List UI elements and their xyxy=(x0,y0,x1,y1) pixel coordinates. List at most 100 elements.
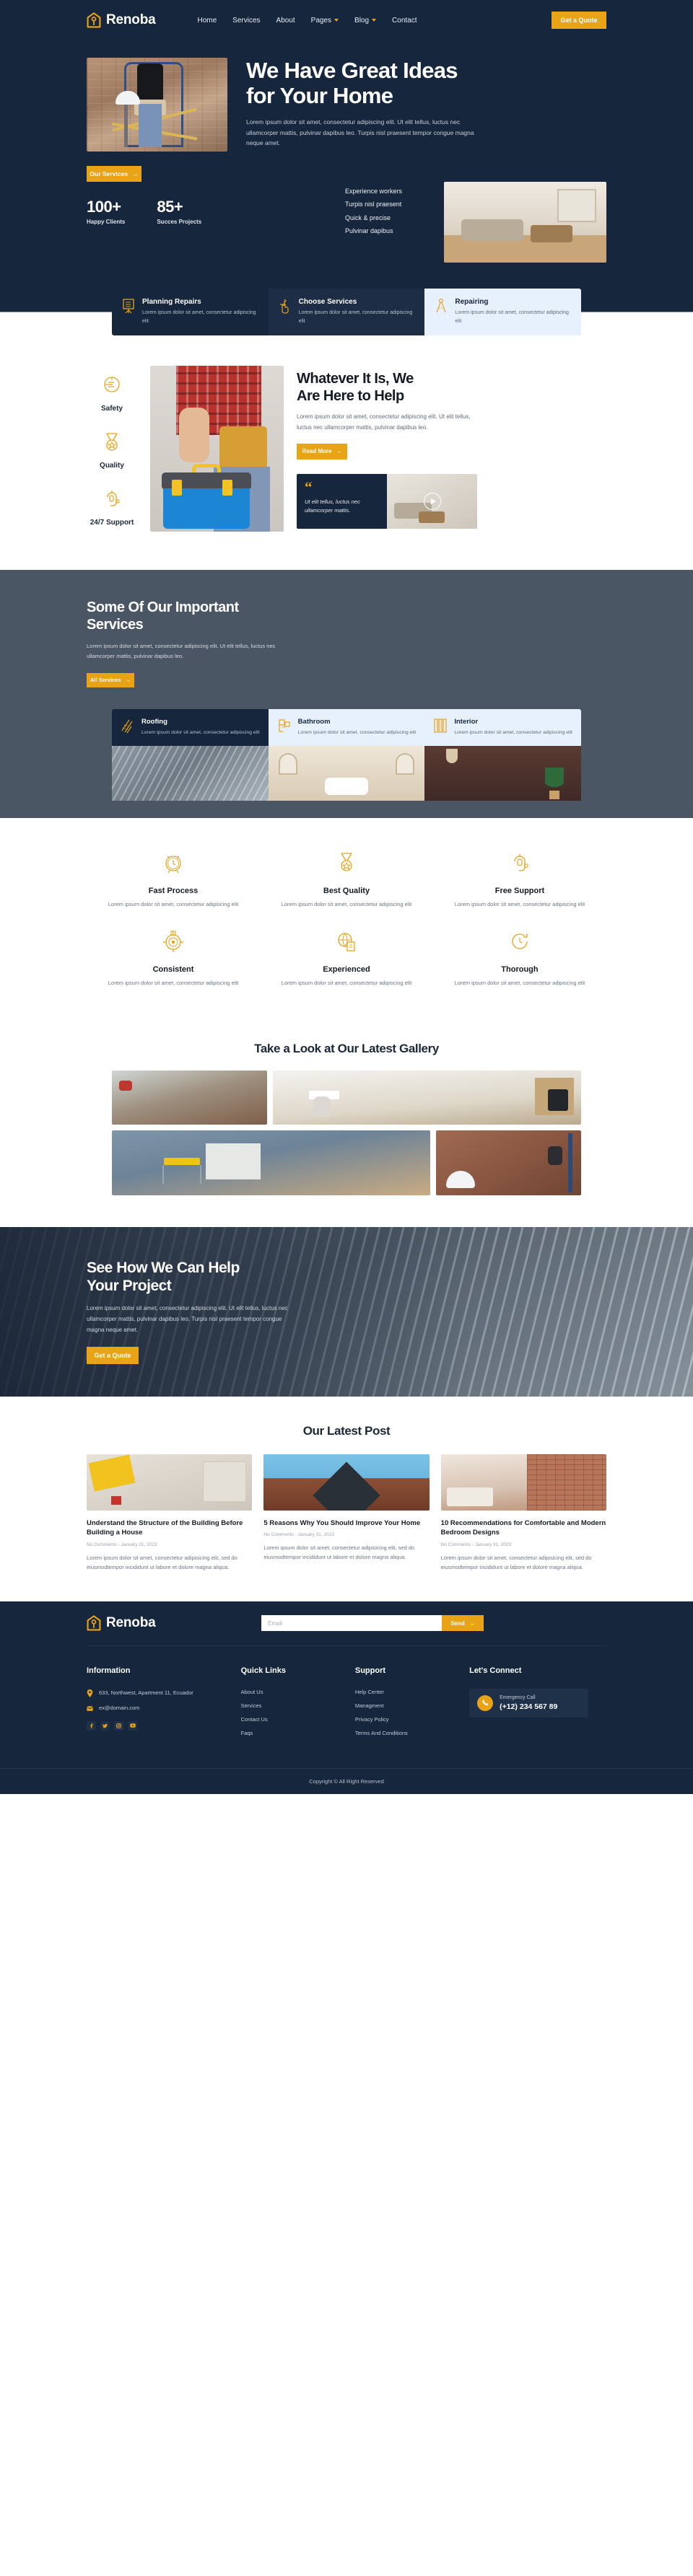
brand-name: Renoba xyxy=(106,12,156,27)
cta-title-line2: Your Project xyxy=(87,1277,172,1294)
footer-link-about-us[interactable]: About Us xyxy=(241,1689,355,1695)
feature-thorough: Thorough Lorem ipsum dolor sit amet, con… xyxy=(433,930,606,988)
nav-item-contact[interactable]: Contact xyxy=(392,17,417,25)
footer-link-managment[interactable]: Managment xyxy=(355,1702,469,1709)
footer-brand-logo[interactable]: Renoba xyxy=(87,1615,231,1631)
youtube-icon[interactable] xyxy=(128,1720,137,1731)
nav-item-pages[interactable]: Pages xyxy=(311,17,339,25)
tab-title: Roofing xyxy=(141,717,167,726)
help-title-line2: Are Here to Help xyxy=(297,388,404,405)
compass-divider-icon xyxy=(436,298,446,313)
card-desc: Lorem ipsum dolor sit amet, consectetur … xyxy=(298,310,413,324)
process-card-repairing[interactable]: Repairing Lorem ipsum dolor sit amet, co… xyxy=(424,289,581,336)
read-more-button[interactable]: Read More → xyxy=(297,443,347,460)
stat-success-projects: 85+ Succes Projects xyxy=(157,198,201,225)
social-links xyxy=(87,1720,241,1731)
footer-link-faqs[interactable]: Faqs xyxy=(241,1730,355,1736)
footer-address: 633, Northwest, Apartment 11, Ecuador xyxy=(99,1689,193,1696)
gallery-image-room-renovation[interactable] xyxy=(112,1130,430,1195)
card-title: Planning Repairs xyxy=(142,298,201,306)
main-nav: Home Services About Pages Blog Contact xyxy=(197,17,417,25)
our-services-label: Our Services xyxy=(90,170,128,177)
service-tab-interior[interactable]: Interior Lorem ipsum dolor sit amet, con… xyxy=(424,708,581,747)
feature-desc: Lorem ipsum dolor sit amet, consectetur … xyxy=(281,901,412,908)
envelope-icon xyxy=(87,1706,93,1711)
brand-logo[interactable]: Renoba xyxy=(87,12,156,28)
blog-post-card[interactable]: Understand the Structure of the Building… xyxy=(87,1454,253,1573)
cta-get-a-quote-button[interactable]: Get a Quote xyxy=(87,1347,139,1365)
blog-post-list: Understand the Structure of the Building… xyxy=(87,1454,606,1573)
tab-desc: Lorem ipsum dolor sit amet, consectetur … xyxy=(141,729,260,735)
play-icon[interactable] xyxy=(423,492,441,510)
stat-label: Succes Projects xyxy=(157,219,202,225)
our-services-button[interactable]: Our Services → xyxy=(87,166,141,182)
process-strip-section: Planning Repairs Lorem ipsum dolor sit a… xyxy=(0,289,693,336)
newsletter-form: Send→ xyxy=(261,1615,484,1632)
footer-link-terms[interactable]: Terms And Conditions xyxy=(355,1730,469,1736)
nav-item-blog[interactable]: Blog xyxy=(354,17,377,25)
nav-label: Home xyxy=(197,16,217,25)
blog-post-card[interactable]: 10 Recommendations for Comfortable and M… xyxy=(440,1454,606,1573)
nav-item-about[interactable]: About xyxy=(276,17,295,25)
footer-link-services[interactable]: Services xyxy=(241,1702,355,1709)
service-tab-bathroom[interactable]: Bathroom Lorem ipsum dolor sit amet, con… xyxy=(268,708,425,747)
footer-brand-name: Renoba xyxy=(106,1615,156,1631)
service-image-bathroom xyxy=(268,746,425,801)
site-header: Renoba Home Services About Pages Blog Co… xyxy=(87,0,606,40)
footer-link-help-center[interactable]: Help Center xyxy=(355,1689,469,1695)
nav-label: About xyxy=(276,16,295,25)
post-title[interactable]: 5 Reasons Why You Should Improve Your Ho… xyxy=(263,1518,429,1529)
process-card-choose-services[interactable]: Choose Services Lorem ipsum dolor sit am… xyxy=(268,289,425,336)
services-tabs: Roofing Lorem ipsum dolor sit amet, cons… xyxy=(112,708,581,747)
feature-title: Best Quality xyxy=(323,887,370,896)
blog-post-card[interactable]: 5 Reasons Why You Should Improve Your Ho… xyxy=(263,1454,430,1573)
rail-label: 24/7 Support xyxy=(90,519,134,527)
newsletter-bar: Renoba Send→ xyxy=(87,1601,606,1646)
get-a-quote-button[interactable]: Get a Quote xyxy=(552,12,606,29)
feature-experienced: Experienced Lorem ipsum dolor sit amet, … xyxy=(260,930,433,988)
footer-column-support: Support Help Center Managment Privacy Po… xyxy=(355,1666,469,1744)
process-card-planning-repairs[interactable]: Planning Repairs Lorem ipsum dolor sit a… xyxy=(112,289,269,336)
post-title[interactable]: Understand the Structure of the Building… xyxy=(87,1518,252,1539)
feature-title: Experienced xyxy=(323,964,370,974)
footer-link-privacy-policy[interactable]: Privacy Policy xyxy=(355,1716,469,1723)
newsletter-send-button[interactable]: Send → xyxy=(442,1615,484,1632)
nav-item-services[interactable]: Services xyxy=(232,17,260,25)
newsletter-email-input[interactable] xyxy=(261,1615,442,1632)
feature-fast-process: Fast Process Lorem ipsum dolor sit amet,… xyxy=(87,851,260,910)
twitter-icon[interactable] xyxy=(100,1720,110,1731)
service-tab-roofing[interactable]: Roofing Lorem ipsum dolor sit amet, cons… xyxy=(112,708,269,747)
shield-safety-icon xyxy=(104,377,120,392)
post-meta: No Comments - January 31, 2023 xyxy=(440,1542,512,1548)
gallery-grid xyxy=(112,1070,581,1195)
feature-desc: Lorem ipsum dolor sit amet, consectetur … xyxy=(108,979,239,986)
arrow-right-icon: → xyxy=(468,1619,475,1627)
stat-label: Happy Clients xyxy=(87,219,126,225)
all-services-button[interactable]: All Services → xyxy=(87,672,134,687)
cta-paragraph: Lorem ipsum dolor sit amet, consectetur … xyxy=(87,1304,288,1333)
post-title[interactable]: 10 Recommendations for Comfortable and M… xyxy=(441,1518,606,1539)
feature-desc: Lorem ipsum dolor sit amet, consectetur … xyxy=(454,979,585,986)
emergency-call-card[interactable]: Emergency Call (+12) 234 567 89 xyxy=(469,1688,589,1718)
stat-value: 85+ xyxy=(157,198,183,216)
process-strip: Planning Repairs Lorem ipsum dolor sit a… xyxy=(112,289,581,336)
footer-column-information: Information 633, Northwest, Apartment 11… xyxy=(87,1666,241,1744)
emergency-number: (+12) 234 567 89 xyxy=(500,1702,558,1711)
gallery-image-dining-kitchen[interactable] xyxy=(272,1070,581,1125)
tab-title: Bathroom xyxy=(297,717,331,726)
footer-email[interactable]: ex@domain.com xyxy=(99,1704,139,1713)
gallery-image-hardhat-toolbelt[interactable] xyxy=(435,1130,581,1195)
facebook-icon[interactable] xyxy=(87,1720,96,1731)
instagram-icon[interactable] xyxy=(114,1720,123,1731)
help-text: Whatever It Is, We Are Here to Help Lore… xyxy=(297,366,606,545)
footer-link-contact-us[interactable]: Contact Us xyxy=(241,1716,355,1723)
nav-item-home[interactable]: Home xyxy=(197,17,217,25)
testimonial-quote: “ Ut elit tellus, luctus nec ullamcorper… xyxy=(297,473,387,529)
chevron-down-icon xyxy=(372,19,377,22)
hero-title: We Have Great Ideas for Your Home xyxy=(246,58,606,109)
tab-title: Interior xyxy=(454,717,479,726)
gallery-image-worker-sweeping[interactable] xyxy=(112,1070,267,1125)
hero-section: Renoba Home Services About Pages Blog Co… xyxy=(0,0,693,289)
testimonial-video-thumbnail[interactable] xyxy=(387,473,477,529)
house-wrench-logo-icon xyxy=(87,12,101,28)
